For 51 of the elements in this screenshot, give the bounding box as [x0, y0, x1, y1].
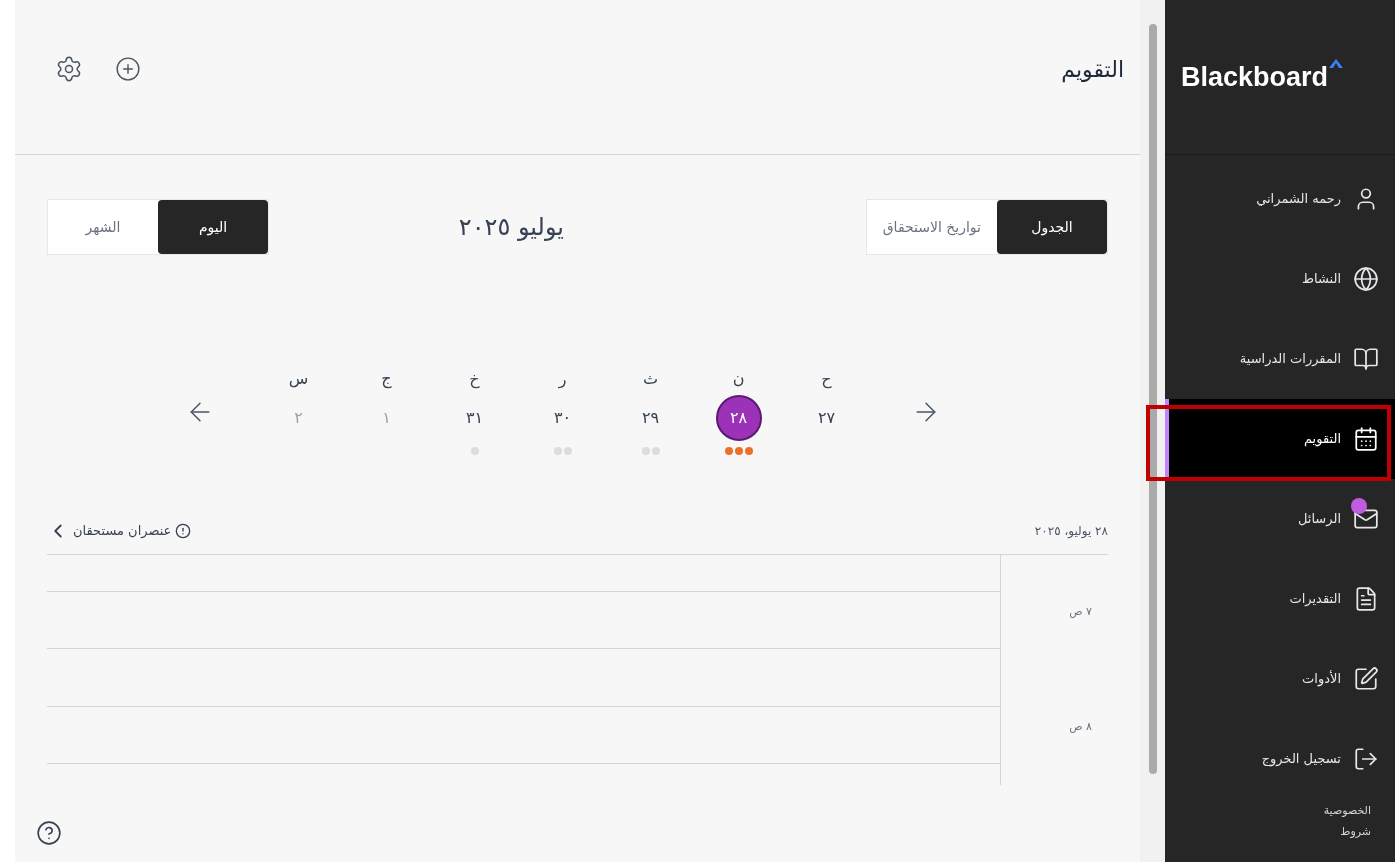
due-items-link[interactable]: عنصران مستحقان — [47, 519, 192, 542]
settings-icon[interactable] — [55, 55, 83, 83]
weekday-label: س — [288, 368, 309, 390]
page-title: التقويم — [1061, 55, 1124, 85]
nav-label: الأدوات — [1302, 669, 1341, 689]
toggle-tab[interactable]: الجدول — [997, 200, 1107, 254]
footer-link[interactable]: الخصوصية — [1189, 803, 1371, 820]
footer-link[interactable]: شروط — [1189, 823, 1371, 840]
month-title: يوليو ٢٠٢٥ — [458, 212, 564, 243]
alert-icon — [175, 522, 192, 539]
nav-label: النشاط — [1301, 270, 1341, 289]
scrollbar[interactable] — [1140, 0, 1165, 862]
time-label: ٨ ص — [1069, 719, 1092, 736]
book-icon — [1353, 346, 1379, 372]
day-number[interactable]: ٣٠ — [539, 395, 586, 441]
calendar-icon — [1353, 426, 1379, 452]
nav-item[interactable]: الرسائل — [1165, 479, 1395, 559]
nav-item[interactable]: التقويم — [1165, 399, 1395, 479]
nav-label: المقررات الدراسية — [1239, 350, 1341, 369]
add-icon[interactable] — [115, 56, 141, 82]
envelope-icon — [1353, 506, 1379, 532]
nav-label: الرسائل — [1297, 510, 1341, 529]
logo-text: Blackboard — [1181, 60, 1329, 94]
nav-item[interactable]: الأدوات — [1165, 639, 1395, 719]
nav-item[interactable]: رحمه الشمراني — [1165, 159, 1395, 239]
weekday-label: ج — [381, 368, 392, 391]
weekday-label: خ — [469, 368, 480, 391]
logout-icon — [1353, 746, 1379, 772]
nav-label: التقديرات — [1289, 590, 1341, 609]
day-number[interactable]: ٣١ — [451, 395, 498, 441]
nav-item[interactable]: النشاط — [1165, 239, 1395, 319]
pen-square-icon — [1353, 666, 1379, 692]
day-number[interactable]: ٢٧ — [803, 395, 850, 441]
weekday-label: ح — [821, 368, 832, 391]
nav-item[interactable]: تسجيل الخروج — [1165, 719, 1395, 799]
nav-item[interactable]: المقررات الدراسية — [1165, 319, 1395, 399]
day-number[interactable]: ٢٨ — [715, 395, 762, 441]
weekday-label: ث — [642, 368, 659, 390]
nav-label: التقويم — [1303, 430, 1341, 449]
time-label: ٧ ص — [1069, 604, 1092, 621]
help-icon[interactable] — [36, 820, 62, 846]
toggle-tab[interactable]: اليوم — [158, 200, 268, 254]
day-number[interactable]: ٢٩ — [627, 395, 674, 441]
nav-label: تسجيل الخروج — [1261, 750, 1341, 769]
weekday-label: ن — [732, 368, 745, 390]
document-icon — [1353, 586, 1379, 612]
weekday-label: ر — [558, 368, 567, 391]
nav-item[interactable]: التقديرات — [1165, 559, 1395, 639]
schedule-date: ٢٨ يوليو، ٢٠٢٥ — [1034, 522, 1108, 540]
globe-icon — [1353, 266, 1379, 292]
nav-label: رحمه الشمراني — [1256, 190, 1341, 209]
